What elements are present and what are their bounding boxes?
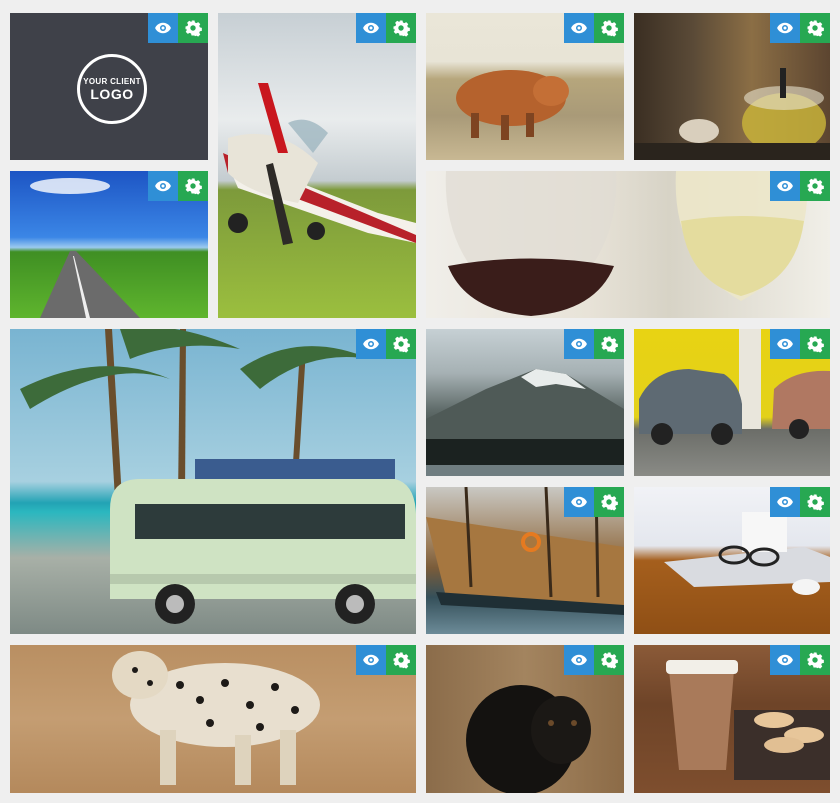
settings-button[interactable]	[800, 487, 830, 517]
gear-icon	[807, 494, 824, 511]
gallery-tile-leopard[interactable]	[10, 645, 416, 793]
gallery-tile-bus[interactable]	[10, 329, 416, 634]
gallery-tile-mountain[interactable]	[426, 329, 624, 476]
gallery-tile-road[interactable]	[10, 171, 208, 318]
gear-icon	[807, 178, 824, 195]
gear-icon	[185, 178, 202, 195]
eye-icon	[363, 338, 379, 350]
client-logo: YOUR CLIENT LOGO	[77, 54, 147, 124]
view-button[interactable]	[148, 13, 178, 43]
gear-icon	[393, 652, 410, 669]
settings-button[interactable]	[800, 13, 830, 43]
tile-image	[218, 13, 416, 318]
gallery-tile-cars[interactable]	[634, 329, 830, 476]
eye-icon	[571, 22, 587, 34]
view-button[interactable]	[564, 487, 594, 517]
gallery-tile-dog[interactable]	[426, 645, 624, 793]
gear-icon	[601, 652, 618, 669]
gallery-tile-wine[interactable]	[426, 171, 830, 318]
gallery-tile-desk[interactable]	[634, 487, 830, 634]
bus-illustration	[20, 329, 416, 624]
gear-icon	[807, 20, 824, 37]
eye-icon	[363, 654, 379, 666]
gallery-tile-boat[interactable]	[426, 487, 624, 634]
airplane-illustration	[223, 83, 416, 245]
settings-button[interactable]	[594, 645, 624, 675]
view-button[interactable]	[770, 487, 800, 517]
gallery-tile-tea[interactable]	[634, 13, 830, 160]
eye-icon	[155, 180, 171, 192]
settings-button[interactable]	[178, 171, 208, 201]
view-button[interactable]	[564, 329, 594, 359]
settings-button[interactable]	[386, 645, 416, 675]
view-button[interactable]	[356, 645, 386, 675]
gear-icon	[393, 336, 410, 353]
eye-icon	[777, 338, 793, 350]
settings-button[interactable]	[178, 13, 208, 43]
gear-icon	[807, 336, 824, 353]
view-button[interactable]	[356, 13, 386, 43]
eye-icon	[363, 22, 379, 34]
eye-icon	[155, 22, 171, 34]
view-button[interactable]	[770, 645, 800, 675]
view-button[interactable]	[564, 13, 594, 43]
settings-button[interactable]	[594, 487, 624, 517]
view-button[interactable]	[564, 645, 594, 675]
view-button[interactable]	[148, 171, 178, 201]
eye-icon	[777, 22, 793, 34]
view-button[interactable]	[356, 329, 386, 359]
gallery-tile-coffee[interactable]	[634, 645, 830, 793]
gear-icon	[601, 336, 618, 353]
gallery-tile-cow[interactable]	[426, 13, 624, 160]
settings-button[interactable]	[800, 329, 830, 359]
eye-icon	[777, 654, 793, 666]
gear-icon	[601, 20, 618, 37]
settings-button[interactable]	[800, 171, 830, 201]
gear-icon	[185, 20, 202, 37]
view-button[interactable]	[770, 171, 800, 201]
settings-button[interactable]	[386, 13, 416, 43]
eye-icon	[777, 180, 793, 192]
gallery-tile-logo[interactable]: YOUR CLIENT LOGO	[10, 13, 208, 160]
gear-icon	[807, 652, 824, 669]
view-button[interactable]	[770, 329, 800, 359]
logo-line-2: LOGO	[90, 85, 134, 102]
gear-icon	[393, 20, 410, 37]
settings-button[interactable]	[386, 329, 416, 359]
eye-icon	[777, 496, 793, 508]
settings-button[interactable]	[594, 13, 624, 43]
logo-line-1: YOUR CLIENT	[83, 76, 141, 86]
view-button[interactable]	[770, 13, 800, 43]
eye-icon	[571, 496, 587, 508]
eye-icon	[571, 654, 587, 666]
gear-icon	[601, 494, 618, 511]
settings-button[interactable]	[800, 645, 830, 675]
eye-icon	[571, 338, 587, 350]
settings-button[interactable]	[594, 329, 624, 359]
tile-image	[10, 329, 416, 634]
gallery-tile-plane[interactable]	[218, 13, 416, 318]
